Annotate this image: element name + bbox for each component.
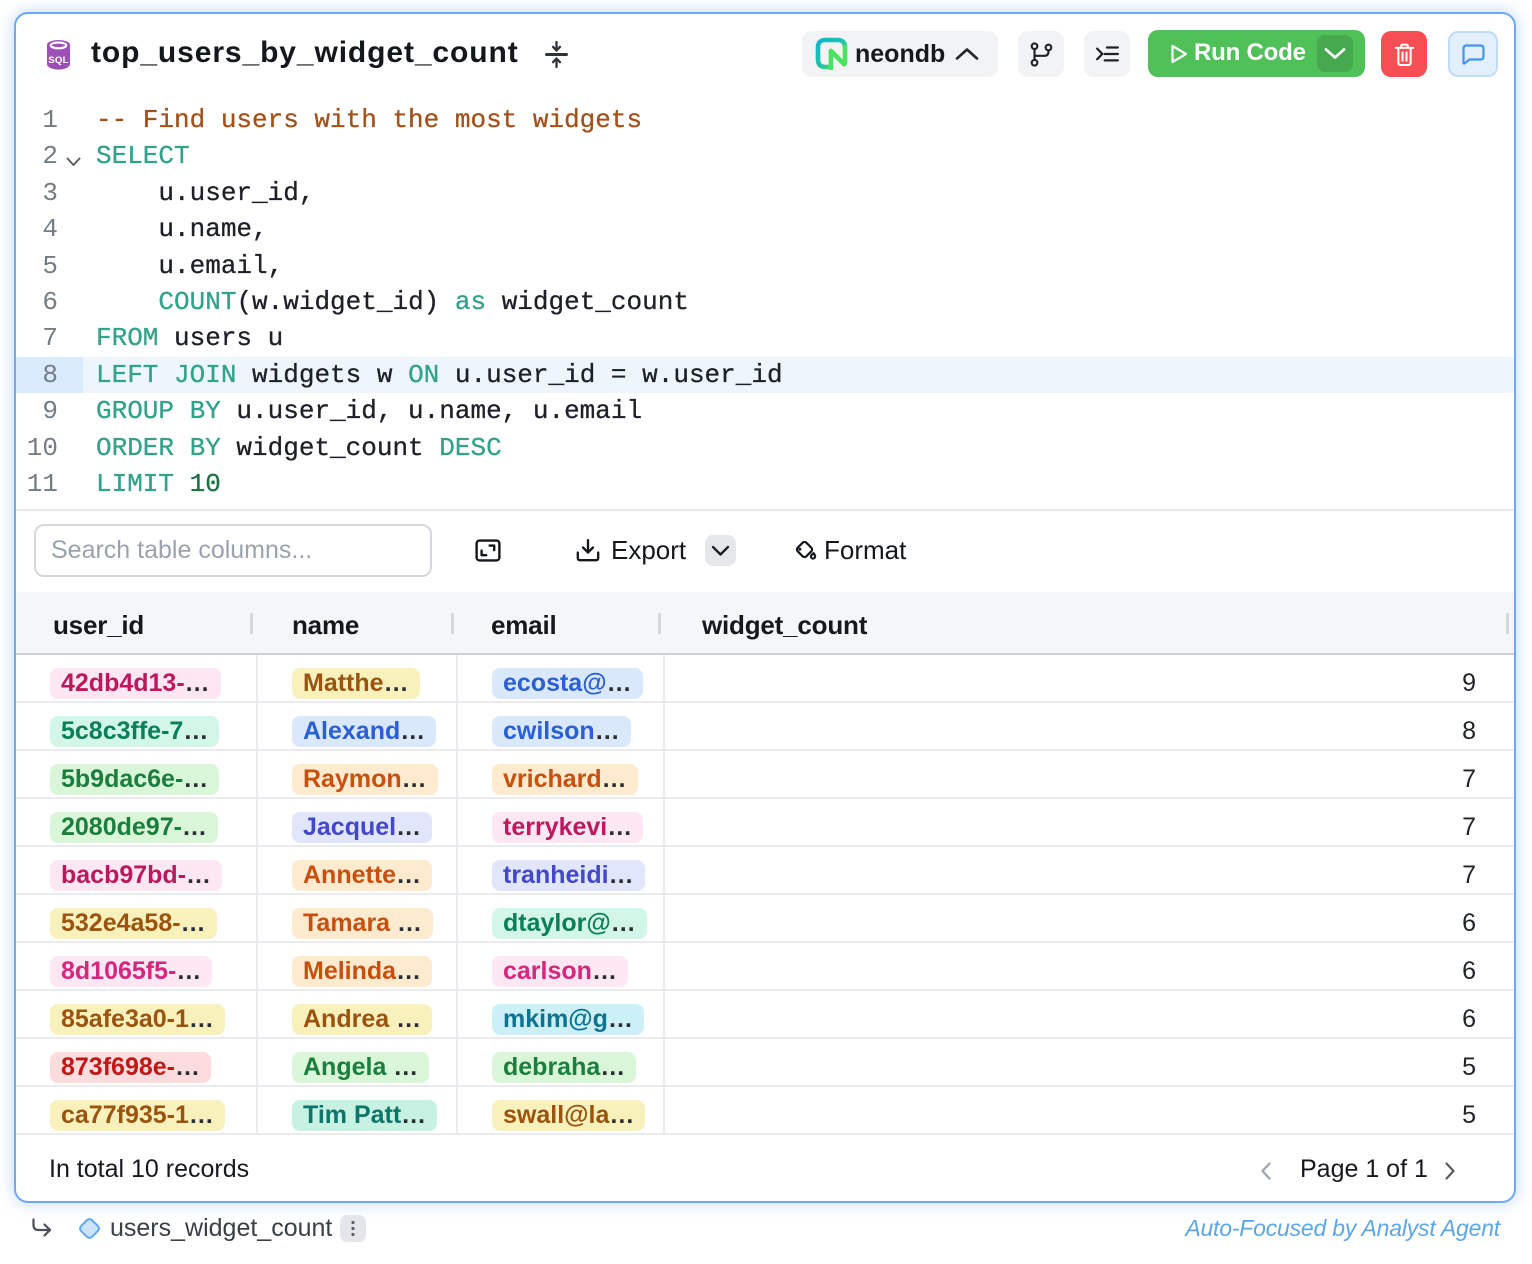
svg-text:SQL: SQL — [48, 55, 69, 66]
